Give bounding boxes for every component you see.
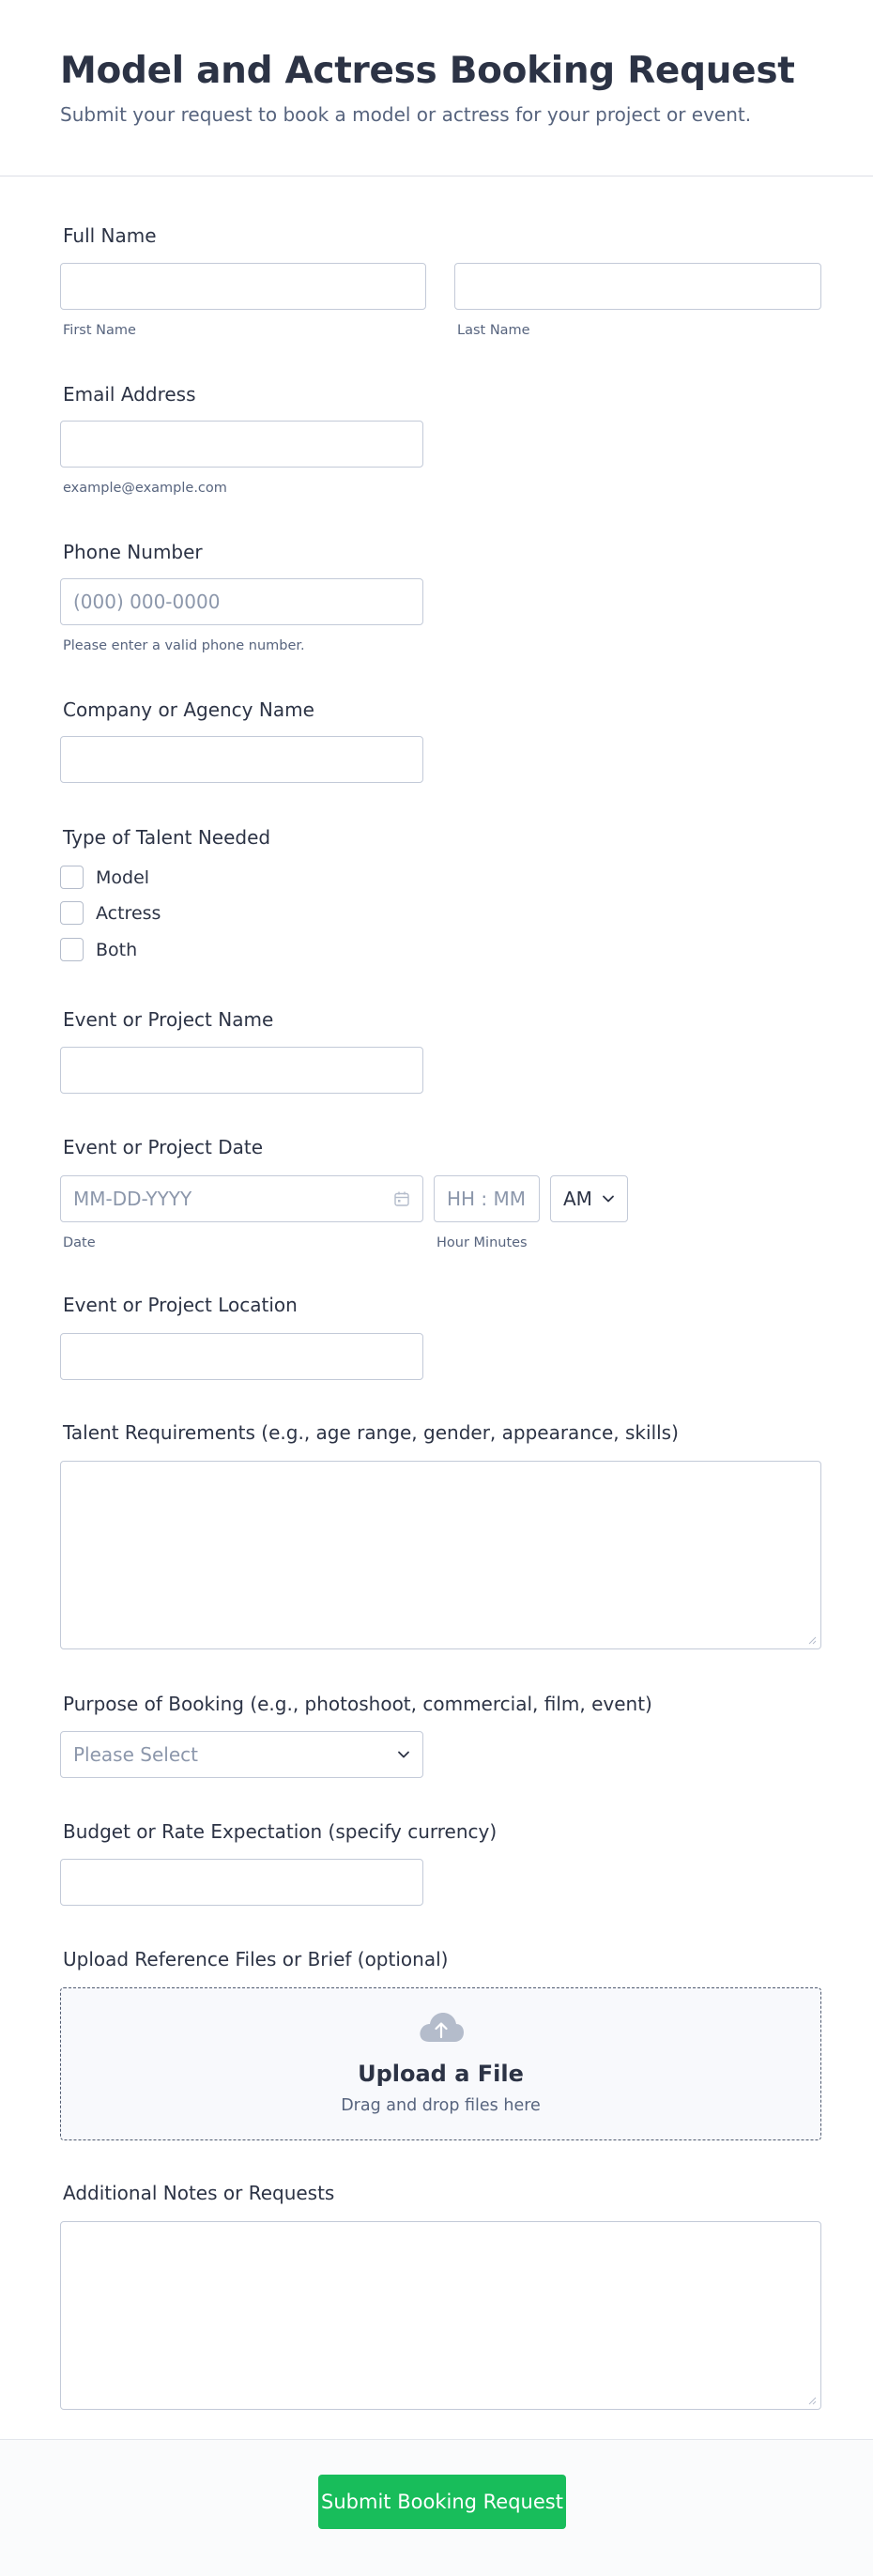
company-input[interactable]: [60, 736, 423, 783]
last-name-input[interactable]: [454, 263, 821, 310]
budget-label: Budget or Rate Expectation (specify curr…: [63, 1820, 498, 1843]
actress-checkbox[interactable]: [60, 901, 84, 925]
event-date-label-wrap: Event or Project Date: [60, 1135, 263, 1159]
time-sublabel: Hour Minutes: [436, 1235, 528, 1250]
event-location-label: Event or Project Location: [63, 1294, 298, 1316]
talent-option-actress[interactable]: Actress: [60, 901, 161, 925]
email-input[interactable]: [60, 421, 423, 468]
resize-handle-icon[interactable]: [807, 1635, 817, 1645]
company-label: Company or Agency Name: [63, 698, 314, 721]
ampm-value: AM: [563, 1188, 592, 1210]
submit-button[interactable]: Submit Booking Request: [318, 2475, 566, 2529]
notes-label: Additional Notes or Requests: [63, 2182, 335, 2204]
form-header: Model and Actress Booking Request Submit…: [0, 0, 873, 176]
page-subtitle: Submit your request to book a model or a…: [60, 103, 752, 126]
resize-handle-icon[interactable]: [807, 2396, 817, 2405]
notes-label-wrap: Additional Notes or Requests: [60, 2181, 334, 2205]
first-name-sublabel: First Name: [63, 323, 136, 338]
phone-sublabel: Please enter a valid phone number.: [63, 638, 305, 653]
full-name-label-wrap: Full Name: [60, 223, 157, 248]
talent-requirements-label: Talent Requirements (e.g., age range, ge…: [63, 1421, 679, 1444]
event-name-label: Event or Project Name: [63, 1008, 274, 1031]
upload-subtitle: Drag and drop files here: [341, 2096, 541, 2115]
event-date-label: Event or Project Date: [63, 1136, 264, 1158]
purpose-select[interactable]: Please Select: [60, 1731, 423, 1778]
talent-option-model[interactable]: Model: [60, 866, 149, 889]
page-title: Model and Actress Booking Request: [60, 50, 795, 92]
talent-type-label: Type of Talent Needed: [63, 826, 271, 849]
phone-label-wrap: Phone Number: [60, 540, 203, 564]
purpose-select-value: Please Select: [73, 1743, 198, 1766]
talent-option-both[interactable]: Both: [60, 938, 137, 961]
both-option-label: Both: [96, 939, 138, 960]
cloud-upload-icon: [420, 2013, 464, 2042]
actress-option-label: Actress: [96, 902, 161, 924]
model-option-label: Model: [96, 866, 150, 888]
purpose-label-wrap: Purpose of Booking (e.g., photoshoot, co…: [60, 1692, 652, 1716]
file-upload-dropzone[interactable]: Upload a File Drag and drop files here: [60, 1987, 821, 2140]
event-location-label-wrap: Event or Project Location: [60, 1293, 298, 1317]
chevron-down-icon: [603, 1195, 614, 1203]
last-name-sublabel: Last Name: [457, 323, 530, 338]
email-label-wrap: Email Address: [60, 382, 196, 406]
date-placeholder: MM-DD-YYYY: [73, 1188, 192, 1210]
time-input[interactable]: HH : MM: [434, 1175, 540, 1222]
event-name-input[interactable]: [60, 1047, 423, 1094]
event-location-input[interactable]: [60, 1333, 423, 1380]
phone-label: Phone Number: [63, 541, 203, 563]
event-name-label-wrap: Event or Project Name: [60, 1007, 273, 1032]
date-sublabel: Date: [63, 1235, 96, 1250]
notes-textarea[interactable]: [60, 2221, 821, 2410]
model-checkbox[interactable]: [60, 866, 84, 889]
budget-label-wrap: Budget or Rate Expectation (specify curr…: [60, 1819, 497, 1844]
date-input[interactable]: MM-DD-YYYY: [60, 1175, 423, 1222]
upload-label: Upload Reference Files or Brief (optiona…: [63, 1948, 449, 1970]
email-label: Email Address: [63, 383, 196, 406]
upload-title: Upload a File: [358, 2061, 524, 2087]
form-footer: Submit Booking Request: [0, 2439, 873, 2576]
talent-type-label-wrap: Type of Talent Needed: [60, 825, 270, 850]
full-name-label: Full Name: [63, 224, 157, 247]
email-sublabel: example@example.com: [63, 481, 227, 496]
calendar-icon[interactable]: [393, 1190, 410, 1207]
talent-requirements-label-wrap: Talent Requirements (e.g., age range, ge…: [60, 1420, 679, 1445]
talent-requirements-textarea[interactable]: [60, 1461, 821, 1649]
budget-input[interactable]: [60, 1859, 423, 1906]
ampm-select[interactable]: AM: [550, 1175, 628, 1222]
company-label-wrap: Company or Agency Name: [60, 698, 314, 722]
upload-label-wrap: Upload Reference Files or Brief (optiona…: [60, 1947, 448, 1971]
chevron-down-icon: [398, 1751, 409, 1758]
phone-input[interactable]: (000) 000-0000: [60, 578, 423, 625]
purpose-label: Purpose of Booking (e.g., photoshoot, co…: [63, 1693, 652, 1715]
both-checkbox[interactable]: [60, 938, 84, 961]
first-name-input[interactable]: [60, 263, 426, 310]
